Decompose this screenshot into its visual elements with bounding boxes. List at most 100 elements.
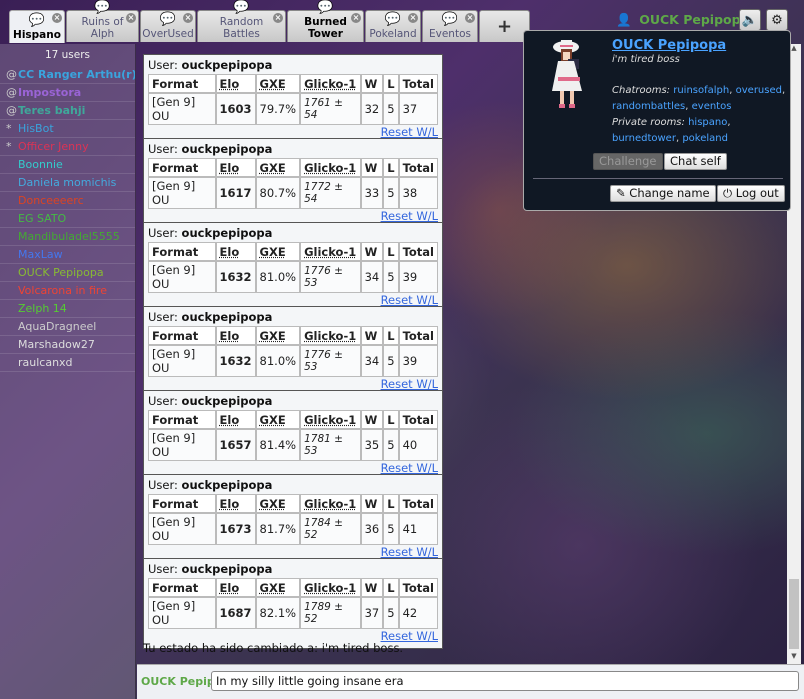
user-list-item[interactable]: Volcarona in fire bbox=[0, 282, 135, 300]
user-prefix: User: bbox=[148, 226, 178, 240]
ladder-table: Format Elo GXE Glicko-1 W L Total [Gen 9] OU 168… bbox=[148, 578, 438, 629]
user-rank: @ bbox=[6, 86, 17, 99]
settings-button[interactable]: ⚙ bbox=[766, 9, 788, 31]
user-list-item[interactable]: Mandibuladel5555 bbox=[0, 228, 135, 246]
tab-eventos[interactable]: 💬 Eventos × bbox=[422, 10, 478, 42]
user-list-item[interactable]: Daniela momichis bbox=[0, 174, 135, 192]
user-list-item[interactable]: EG SATO bbox=[0, 210, 135, 228]
room-link-ruinsofalph[interactable]: ruinsofalph bbox=[673, 85, 729, 96]
cell-l: 5 bbox=[383, 177, 399, 209]
close-icon[interactable]: × bbox=[408, 13, 418, 23]
header-w: W bbox=[360, 326, 384, 345]
close-icon[interactable]: × bbox=[351, 13, 361, 23]
reset-wl-link[interactable]: Reset W/L bbox=[381, 125, 438, 139]
user-prefix: User: bbox=[148, 394, 178, 408]
user-name: raulcanxd bbox=[18, 356, 73, 369]
tab-pokeland[interactable]: 💬 Pokeland × bbox=[365, 10, 421, 42]
header-gxe: GXE bbox=[255, 578, 301, 597]
tab-ruins-of-alph[interactable]: 💬 Ruins of Alph × bbox=[66, 1, 139, 42]
user-list-item[interactable]: @CC Ranger Arthu(r) bbox=[0, 66, 135, 84]
room-link-randombattles[interactable]: randombattles bbox=[612, 101, 685, 112]
user-list-item[interactable]: OUCK Pepipopa bbox=[0, 264, 135, 282]
ladder-user-line: User: ouckpepipopa bbox=[148, 310, 438, 326]
user-list-item[interactable]: @Impostora bbox=[0, 84, 135, 102]
user-list-item[interactable]: MaxLaw bbox=[0, 246, 135, 264]
reset-wl-link[interactable]: Reset W/L bbox=[381, 545, 438, 559]
user-list-item[interactable]: AquaDragneel bbox=[0, 318, 135, 336]
ladder-data-row: [Gen 9] OU 1687 82.1% 1789 ± 52 37 5 42 bbox=[148, 597, 438, 629]
tab-burned-tower[interactable]: 💬 Burned Tower × bbox=[287, 1, 364, 42]
room-link-burnedtower[interactable]: burnedtower bbox=[612, 133, 676, 144]
reset-wl-link[interactable]: Reset W/L bbox=[381, 209, 438, 223]
power-icon: ⏻ bbox=[723, 186, 733, 200]
ladder-data-row: [Gen 9] OU 1632 81.0% 1776 ± 53 34 5 39 bbox=[148, 261, 438, 293]
ladder-username: ouckpepipopa bbox=[181, 394, 273, 408]
chat-bubbles-icon: 💬 bbox=[384, 12, 402, 27]
close-icon[interactable]: × bbox=[465, 13, 475, 23]
chat-self-button[interactable]: Chat self bbox=[664, 153, 727, 170]
close-icon[interactable]: × bbox=[273, 13, 283, 23]
cell-format: [Gen 9] OU bbox=[148, 429, 216, 461]
scroll-thumb[interactable] bbox=[789, 579, 799, 649]
room-link-overused[interactable]: overused bbox=[736, 85, 782, 96]
header-l: L bbox=[383, 578, 399, 597]
tab-label: Ruins of Alph bbox=[81, 16, 124, 40]
message-bar: OUCK Pepipopa In my silly little going i… bbox=[137, 664, 804, 699]
cell-elo: 1603 bbox=[215, 93, 256, 125]
user-list-item[interactable]: @Teres bahji bbox=[0, 102, 135, 120]
tab-overused[interactable]: 💬 OverUsed × bbox=[140, 10, 196, 42]
header-total: Total bbox=[398, 74, 438, 93]
ladder-card: User: ouckpepipopa Format Elo GXE Glicko-1 W L… bbox=[143, 558, 443, 649]
ladder-card: User: ouckpepipopa Format Elo GXE Glicko-1 W L… bbox=[143, 474, 443, 565]
user-menu[interactable]: 👤 OUCK Pepipopa bbox=[616, 12, 749, 28]
reset-wl-link[interactable]: Reset W/L bbox=[381, 377, 438, 391]
header-elo: Elo bbox=[215, 74, 256, 93]
chat-bubbles-icon: 💬 bbox=[441, 12, 459, 27]
user-rank: * bbox=[6, 140, 12, 153]
user-list-item[interactable]: Donceeeerc bbox=[0, 192, 135, 210]
user-list-item[interactable]: Zelph 14 bbox=[0, 300, 135, 318]
message-input[interactable]: In my silly little going insane era bbox=[211, 671, 799, 691]
header-l: L bbox=[383, 74, 399, 93]
cell-glicko: 1776 ± 53 bbox=[300, 261, 361, 293]
reset-wl-link[interactable]: Reset W/L bbox=[381, 293, 438, 307]
cell-total: 42 bbox=[398, 597, 438, 629]
cell-gxe: 79.7% bbox=[255, 93, 301, 125]
tab-hispano[interactable]: 💬 Hispano × bbox=[9, 10, 65, 43]
ladder-username: ouckpepipopa bbox=[181, 226, 273, 240]
ladder-user-line: User: ouckpepipopa bbox=[148, 394, 438, 410]
room-link-eventos[interactable]: eventos bbox=[692, 101, 732, 112]
user-name: Donceeeerc bbox=[18, 194, 84, 207]
cell-elo: 1632 bbox=[215, 261, 256, 293]
ladder-table: Format Elo GXE Glicko-1 W L Total [Gen 9] OU 160… bbox=[148, 74, 438, 125]
change-name-button[interactable]: ✎ Change name bbox=[610, 185, 716, 202]
scroll-down-icon[interactable]: ▼ bbox=[787, 652, 801, 664]
sound-button[interactable]: 🔈 bbox=[739, 9, 761, 31]
user-list-item[interactable]: Boonnie bbox=[0, 156, 135, 174]
cell-gxe: 81.7% bbox=[255, 513, 301, 545]
user-name: Boonnie bbox=[18, 158, 63, 171]
challenge-button[interactable]: Challenge bbox=[593, 153, 663, 170]
user-name: Zelph 14 bbox=[18, 302, 67, 315]
user-list-item[interactable]: raulcanxd bbox=[0, 354, 135, 372]
room-link-pokeland[interactable]: pokeland bbox=[682, 133, 728, 144]
header-total: Total bbox=[398, 158, 438, 177]
cell-elo: 1657 bbox=[215, 429, 256, 461]
header-gxe: GXE bbox=[255, 74, 301, 93]
user-list-item[interactable]: * HisBot bbox=[0, 120, 135, 138]
user-list-item[interactable]: Marshadow27 bbox=[0, 336, 135, 354]
ladder-data-row: [Gen 9] OU 1673 81.7% 1784 ± 52 36 5 41 bbox=[148, 513, 438, 545]
header-l: L bbox=[383, 326, 399, 345]
close-icon[interactable]: × bbox=[52, 13, 62, 23]
tab-random-battles[interactable]: 💬 Random Battles × bbox=[197, 1, 286, 42]
popup-username[interactable]: OUCK Pepipopa bbox=[612, 38, 726, 53]
cell-gxe: 81.4% bbox=[255, 429, 301, 461]
reset-wl-link[interactable]: Reset W/L bbox=[381, 461, 438, 475]
log-out-button[interactable]: ⏻ Log out bbox=[717, 185, 785, 202]
close-icon[interactable]: × bbox=[126, 13, 136, 23]
close-icon[interactable]: × bbox=[183, 13, 193, 23]
room-link-hispano[interactable]: hispano bbox=[688, 117, 727, 128]
user-list-item[interactable]: * Officer Jenny bbox=[0, 138, 135, 156]
status-message: Tu estado ha sido cambiado a: i'm tired … bbox=[143, 641, 404, 655]
user-prefix: User: bbox=[148, 142, 178, 156]
